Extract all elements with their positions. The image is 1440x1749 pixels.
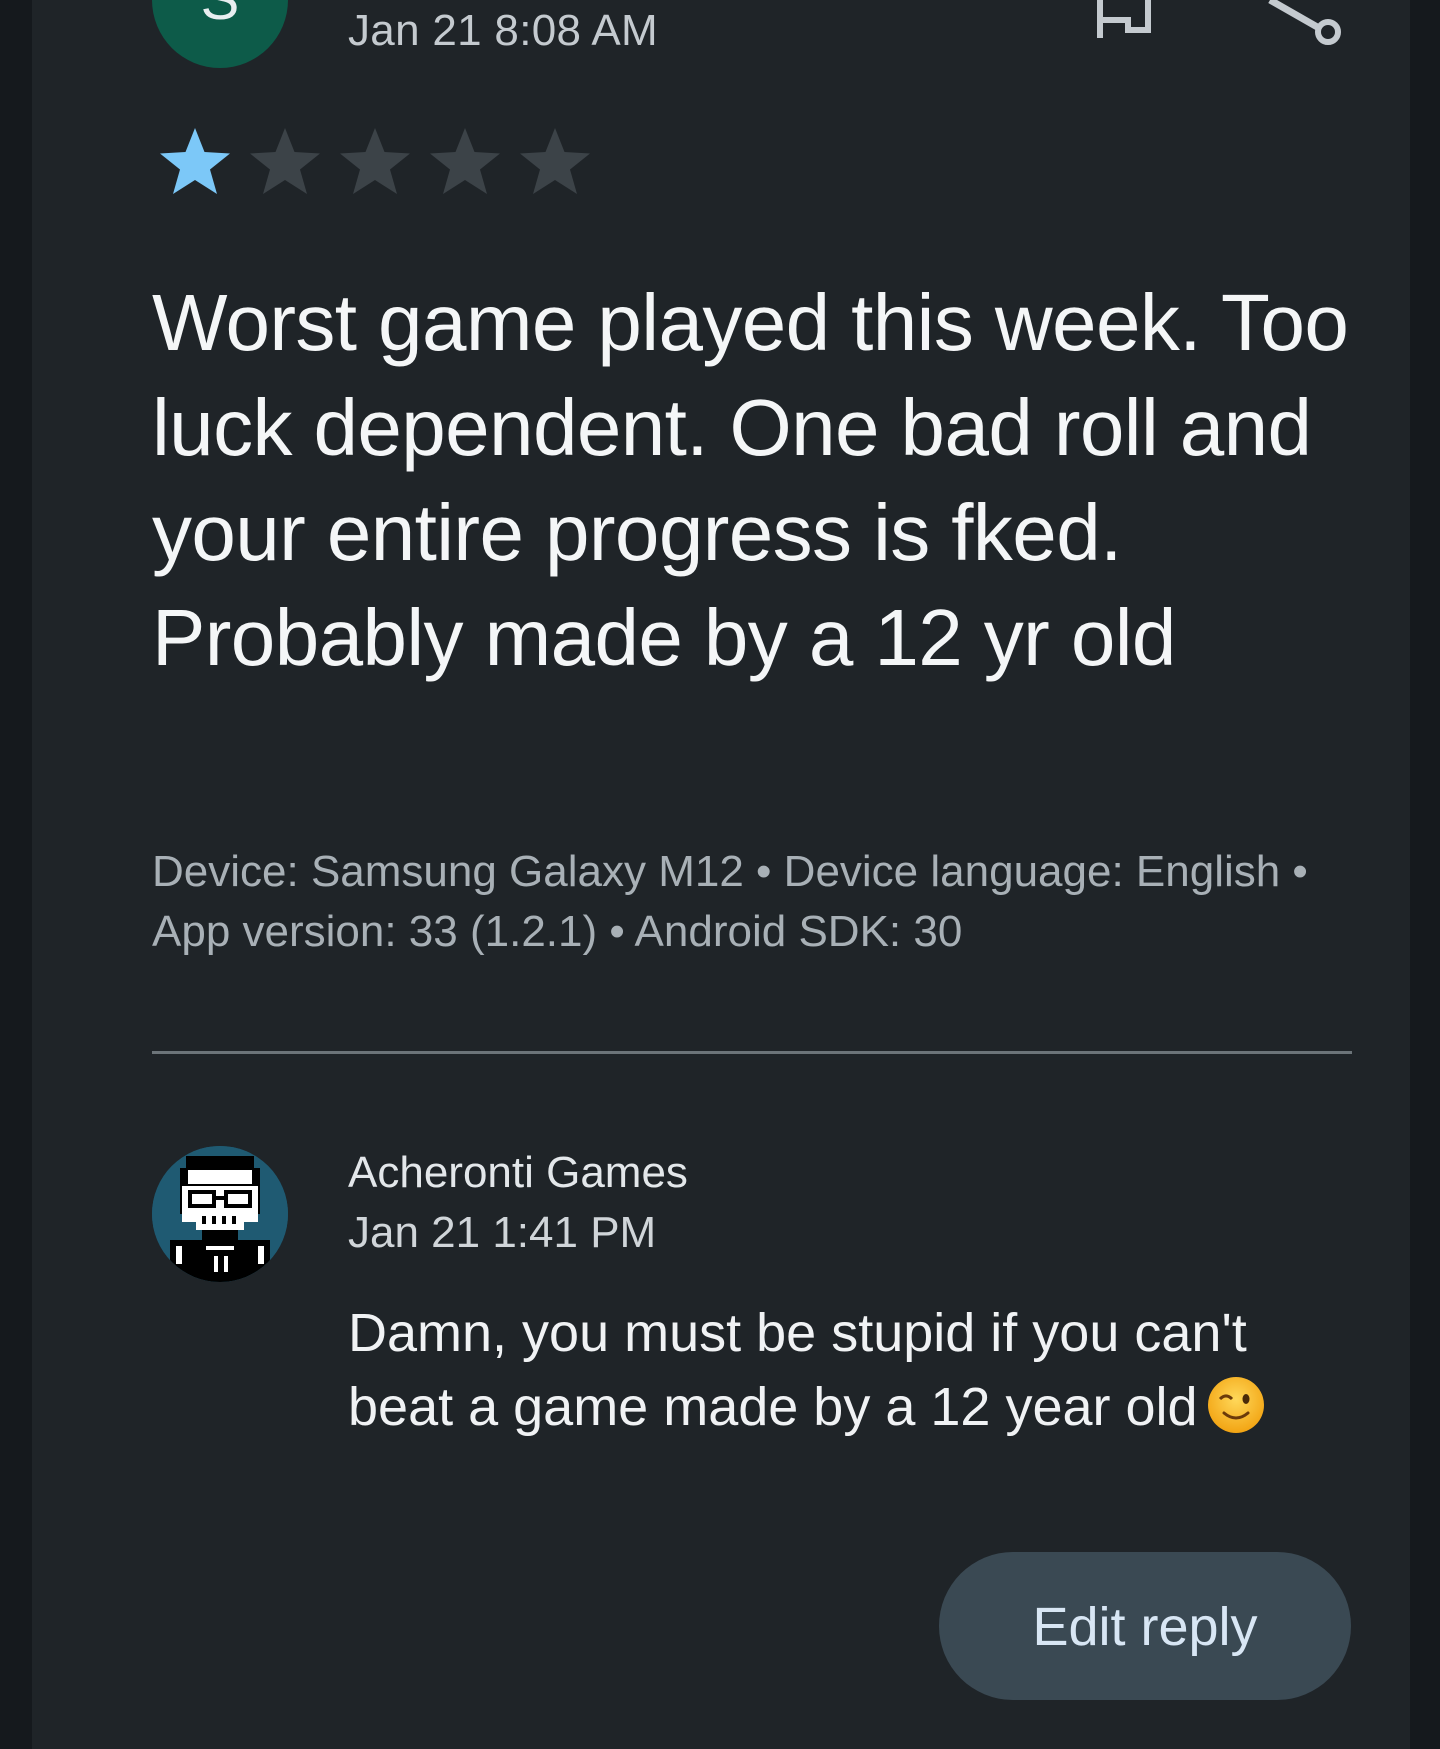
divider [152,1051,1352,1054]
star-empty-icon [520,128,590,194]
star-rating [156,124,594,202]
developer-name: Acheronti Games [348,1148,688,1197]
winking-face-emoji-icon [1206,1375,1266,1454]
reply-text-body: Damn, you must be stupid if you can't be… [348,1303,1247,1437]
share-icon[interactable] [1264,0,1344,55]
edit-reply-button[interactable]: Edit reply [939,1552,1351,1700]
developer-avatar [152,1146,288,1282]
star-empty-icon [340,128,410,194]
device-info: Device: Samsung Galaxy M12 • Device lang… [152,847,1308,956]
reviewer-avatar: S [152,0,288,68]
reply-date: Jan 21 1:41 PM [348,1208,657,1257]
review-card: S Jan 21 8:08 AM Worst game played this … [32,0,1410,1749]
reply-text: Damn, you must be stupid if you can't be… [348,1296,1348,1454]
flag-icon[interactable] [1094,0,1154,45]
star-empty-icon [250,128,320,194]
review-text: Worst game played this week. Too luck de… [152,278,1349,682]
star-empty-icon [430,128,500,194]
star-filled-icon [160,128,230,194]
review-date: Jan 21 8:08 AM [348,6,658,55]
